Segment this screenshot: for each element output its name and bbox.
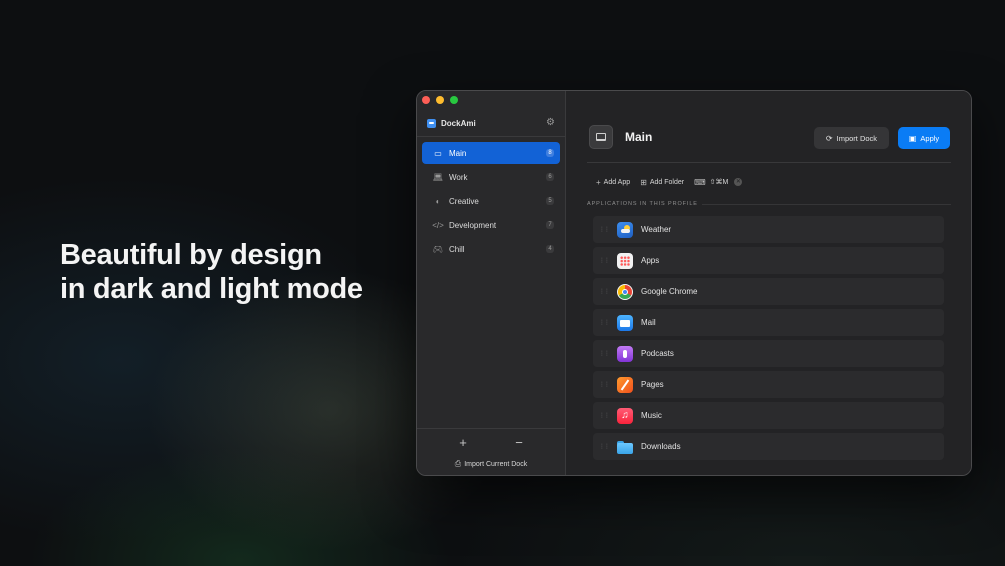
- shortcut-recorder[interactable]: ⌨ ⇧⌘M ✕: [694, 177, 743, 187]
- folder-plus-icon: ⊞: [640, 177, 647, 187]
- sidebar-item-creative[interactable]: ◐ Creative 5: [422, 190, 560, 212]
- keyboard-icon: ⌨: [694, 177, 706, 187]
- import-current-dock-label: Import Current Dock: [464, 461, 528, 468]
- zoom-window-button[interactable]: [450, 96, 458, 104]
- app-name: Weather: [641, 225, 672, 234]
- dock-icon: ▭: [434, 148, 442, 158]
- header-divider: [587, 162, 951, 163]
- profile-label: Main: [449, 148, 467, 158]
- profile-detail: Main ⟳ Import Dock ▣ Apply + Add App ⊞ Add F…: [566, 91, 971, 475]
- add-folder-button[interactable]: ⊞ Add Folder: [640, 178, 684, 187]
- import-dock-button[interactable]: ⟳ Import Dock: [814, 127, 889, 149]
- close-window-button[interactable]: [422, 96, 430, 104]
- import-current-dock-button[interactable]: ⎙ Import Current Dock: [417, 459, 565, 469]
- remove-profile-button[interactable]: −: [515, 435, 523, 450]
- profile-count-badge: 4: [546, 245, 554, 253]
- app-window: DockAmi ⚙ ▭ Main 8 💻︎ Work 6 ◐ Creative …: [416, 90, 972, 476]
- clear-shortcut-icon[interactable]: ✕: [734, 178, 743, 186]
- dockami-logo-icon: [427, 118, 436, 128]
- plus-icon: +: [596, 177, 601, 187]
- sidebar-item-chill[interactable]: 🎮︎ Chill 4: [422, 238, 560, 260]
- drag-handle-icon[interactable]: ⋮⋮: [599, 412, 610, 419]
- headline-line-1: Beautiful by design: [60, 239, 322, 271]
- drag-handle-icon[interactable]: ⋮⋮: [599, 257, 610, 264]
- apply-label: Apply: [920, 133, 940, 143]
- headline-line-2: in dark and light mode: [60, 273, 363, 305]
- drag-handle-icon[interactable]: ⋮⋮: [599, 381, 610, 388]
- weather-icon: [617, 221, 633, 238]
- profile-label: Creative: [449, 196, 479, 206]
- apply-button[interactable]: ▣ Apply: [898, 127, 950, 149]
- page-title: Main: [625, 130, 653, 144]
- sidebar-footer-divider: [417, 428, 565, 429]
- window-controls: [422, 96, 458, 104]
- drag-handle-icon[interactable]: ⋮⋮: [599, 443, 610, 450]
- gamepad-icon: 🎮︎: [432, 244, 444, 254]
- sidebar-divider: [417, 136, 565, 137]
- app-name: Downloads: [641, 442, 681, 451]
- profile-label: Development: [449, 220, 497, 230]
- refresh-icon: ⟳: [825, 133, 833, 143]
- gear-icon[interactable]: ⚙: [546, 117, 555, 129]
- downloads-folder-icon: [617, 439, 633, 455]
- drag-handle-icon[interactable]: ⋮⋮: [599, 288, 610, 295]
- app-name: Google Chrome: [641, 287, 698, 296]
- chrome-icon: [617, 283, 633, 300]
- palette-icon: ◐: [435, 196, 441, 206]
- list-item[interactable]: ⋮⋮ Apps: [593, 247, 944, 274]
- pages-icon: [617, 376, 633, 393]
- sidebar: DockAmi ⚙ ▭ Main 8 💻︎ Work 6 ◐ Creative …: [417, 91, 566, 475]
- app-list: ⋮⋮ Weather ⋮⋮ Apps ⋮⋮ Google Chrome ⋮⋮ M…: [593, 216, 944, 464]
- list-item[interactable]: ⋮⋮ Music: [593, 402, 944, 429]
- apply-dock-icon: ▣: [908, 133, 917, 143]
- import-icon: ⎙: [454, 459, 462, 468]
- sidebar-item-main[interactable]: ▭ Main 8: [422, 142, 560, 164]
- sidebar-item-development[interactable]: </> Development 7: [422, 214, 560, 236]
- profile-label: Chill: [449, 244, 465, 254]
- drag-handle-icon[interactable]: ⋮⋮: [599, 226, 610, 233]
- add-app-label: Add App: [603, 178, 631, 186]
- section-header: APPLICATIONS IN THIS PROFILE: [587, 201, 698, 207]
- list-item[interactable]: ⋮⋮ Weather: [593, 216, 944, 243]
- app-name: Mail: [641, 318, 656, 327]
- add-profile-button[interactable]: +: [459, 435, 467, 450]
- list-item[interactable]: ⋮⋮ Mail: [593, 309, 944, 336]
- app-name: Apps: [641, 256, 660, 265]
- list-item[interactable]: ⋮⋮ Podcasts: [593, 340, 944, 367]
- add-app-button[interactable]: + Add App: [596, 178, 630, 187]
- app-name: Music: [641, 411, 662, 420]
- profile-label: Work: [449, 172, 468, 182]
- profile-count-badge: 8: [546, 149, 554, 157]
- list-item[interactable]: ⋮⋮ Google Chrome: [593, 278, 944, 305]
- minimize-window-button[interactable]: [436, 96, 444, 104]
- apps-icon: [617, 252, 633, 269]
- drag-handle-icon[interactable]: ⋮⋮: [599, 350, 610, 357]
- profile-toolbar: + Add App ⊞ Add Folder ⌨ ⇧⌘M ✕: [596, 176, 743, 188]
- profile-count-badge: 5: [546, 197, 554, 205]
- profile-dock-icon: [589, 125, 613, 149]
- shortcut-keys: ⇧⌘M: [709, 179, 729, 186]
- app-name: Pages: [641, 380, 664, 389]
- podcasts-icon: [617, 345, 633, 362]
- import-dock-label: Import Dock: [836, 133, 878, 143]
- profile-list: ▭ Main 8 💻︎ Work 6 ◐ Creative 5 </> Deve…: [422, 142, 560, 262]
- music-icon: [617, 407, 633, 424]
- add-folder-label: Add Folder: [649, 178, 685, 186]
- mail-icon: [617, 314, 633, 331]
- laptop-icon: 💻︎: [432, 172, 444, 182]
- section-divider: [702, 204, 951, 205]
- list-item[interactable]: ⋮⋮ Pages: [593, 371, 944, 398]
- profile-count-badge: 6: [546, 173, 554, 181]
- profile-actions: + −: [417, 435, 565, 450]
- code-icon: </>: [432, 220, 444, 230]
- sidebar-item-work[interactable]: 💻︎ Work 6: [422, 166, 560, 188]
- headline: Beautiful by design in dark and light mo…: [60, 238, 363, 306]
- app-name: DockAmi: [441, 118, 476, 128]
- drag-handle-icon[interactable]: ⋮⋮: [599, 319, 610, 326]
- app-name: Podcasts: [641, 349, 674, 358]
- list-item[interactable]: ⋮⋮ Downloads: [593, 433, 944, 460]
- app-brand: DockAmi ⚙: [427, 117, 555, 129]
- profile-count-badge: 7: [546, 221, 554, 229]
